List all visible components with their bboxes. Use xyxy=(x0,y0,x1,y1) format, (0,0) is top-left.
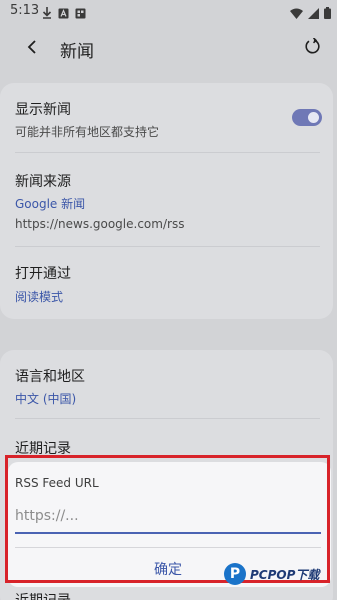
show-news-toggle[interactable] xyxy=(292,109,322,126)
signal-icon xyxy=(308,4,319,23)
wifi-icon xyxy=(290,4,303,23)
reset-button[interactable] xyxy=(301,36,325,60)
status-right-icons xyxy=(290,4,331,23)
news-source-value: Google 新闻 xyxy=(15,197,86,211)
battery-icon xyxy=(324,4,331,23)
text-a-icon xyxy=(58,4,69,23)
dialog-title: RSS Feed URL xyxy=(15,476,99,490)
grid-app-icon xyxy=(75,4,86,23)
watermark-badge-icon: P xyxy=(224,563,246,585)
language-region-value: 中文 (中国) xyxy=(15,392,77,406)
page-title: 新闻 xyxy=(60,42,94,62)
recent-records-title-repeat: 近期记录 xyxy=(15,590,71,600)
language-region-title: 语言和地区 xyxy=(15,369,85,385)
status-left-icons xyxy=(42,4,86,23)
news-settings-card: 显示新闻 可能并非所有地区都支持它 新闻来源 Google 新闻 https:/… xyxy=(0,83,333,319)
news-source-title: 新闻来源 xyxy=(15,174,71,190)
open-via-value: 阅读模式 xyxy=(15,290,64,304)
confirm-button[interactable]: 确定 xyxy=(138,557,198,581)
chevron-left-icon xyxy=(27,39,37,58)
status-time: 5:13 xyxy=(10,3,40,18)
download-icon xyxy=(42,4,52,23)
reset-icon xyxy=(305,36,321,59)
dialog-divider xyxy=(15,547,321,548)
divider xyxy=(15,152,320,153)
open-via-title: 打开通过 xyxy=(15,266,71,282)
divider xyxy=(15,418,320,419)
back-button[interactable] xyxy=(20,36,44,60)
show-news-title: 显示新闻 xyxy=(15,102,71,118)
watermark-logo: P PCPOP下载 xyxy=(224,560,319,588)
show-news-subtitle: 可能并非所有地区都支持它 xyxy=(15,125,160,139)
watermark-text: PCPOP下载 xyxy=(250,567,320,582)
divider xyxy=(15,246,320,247)
screen: 5:13 新闻 显示新闻 可能并非所有地区都支持它 新闻来源 Google 新闻… xyxy=(0,0,337,600)
toggle-knob xyxy=(308,112,319,123)
rss-url-input[interactable] xyxy=(15,500,321,534)
status-bar: 5:13 xyxy=(0,0,337,22)
recent-records-title: 近期记录 xyxy=(15,441,71,457)
news-source-url: https://news.google.com/rss xyxy=(15,217,185,231)
app-bar: 新闻 xyxy=(0,28,337,70)
